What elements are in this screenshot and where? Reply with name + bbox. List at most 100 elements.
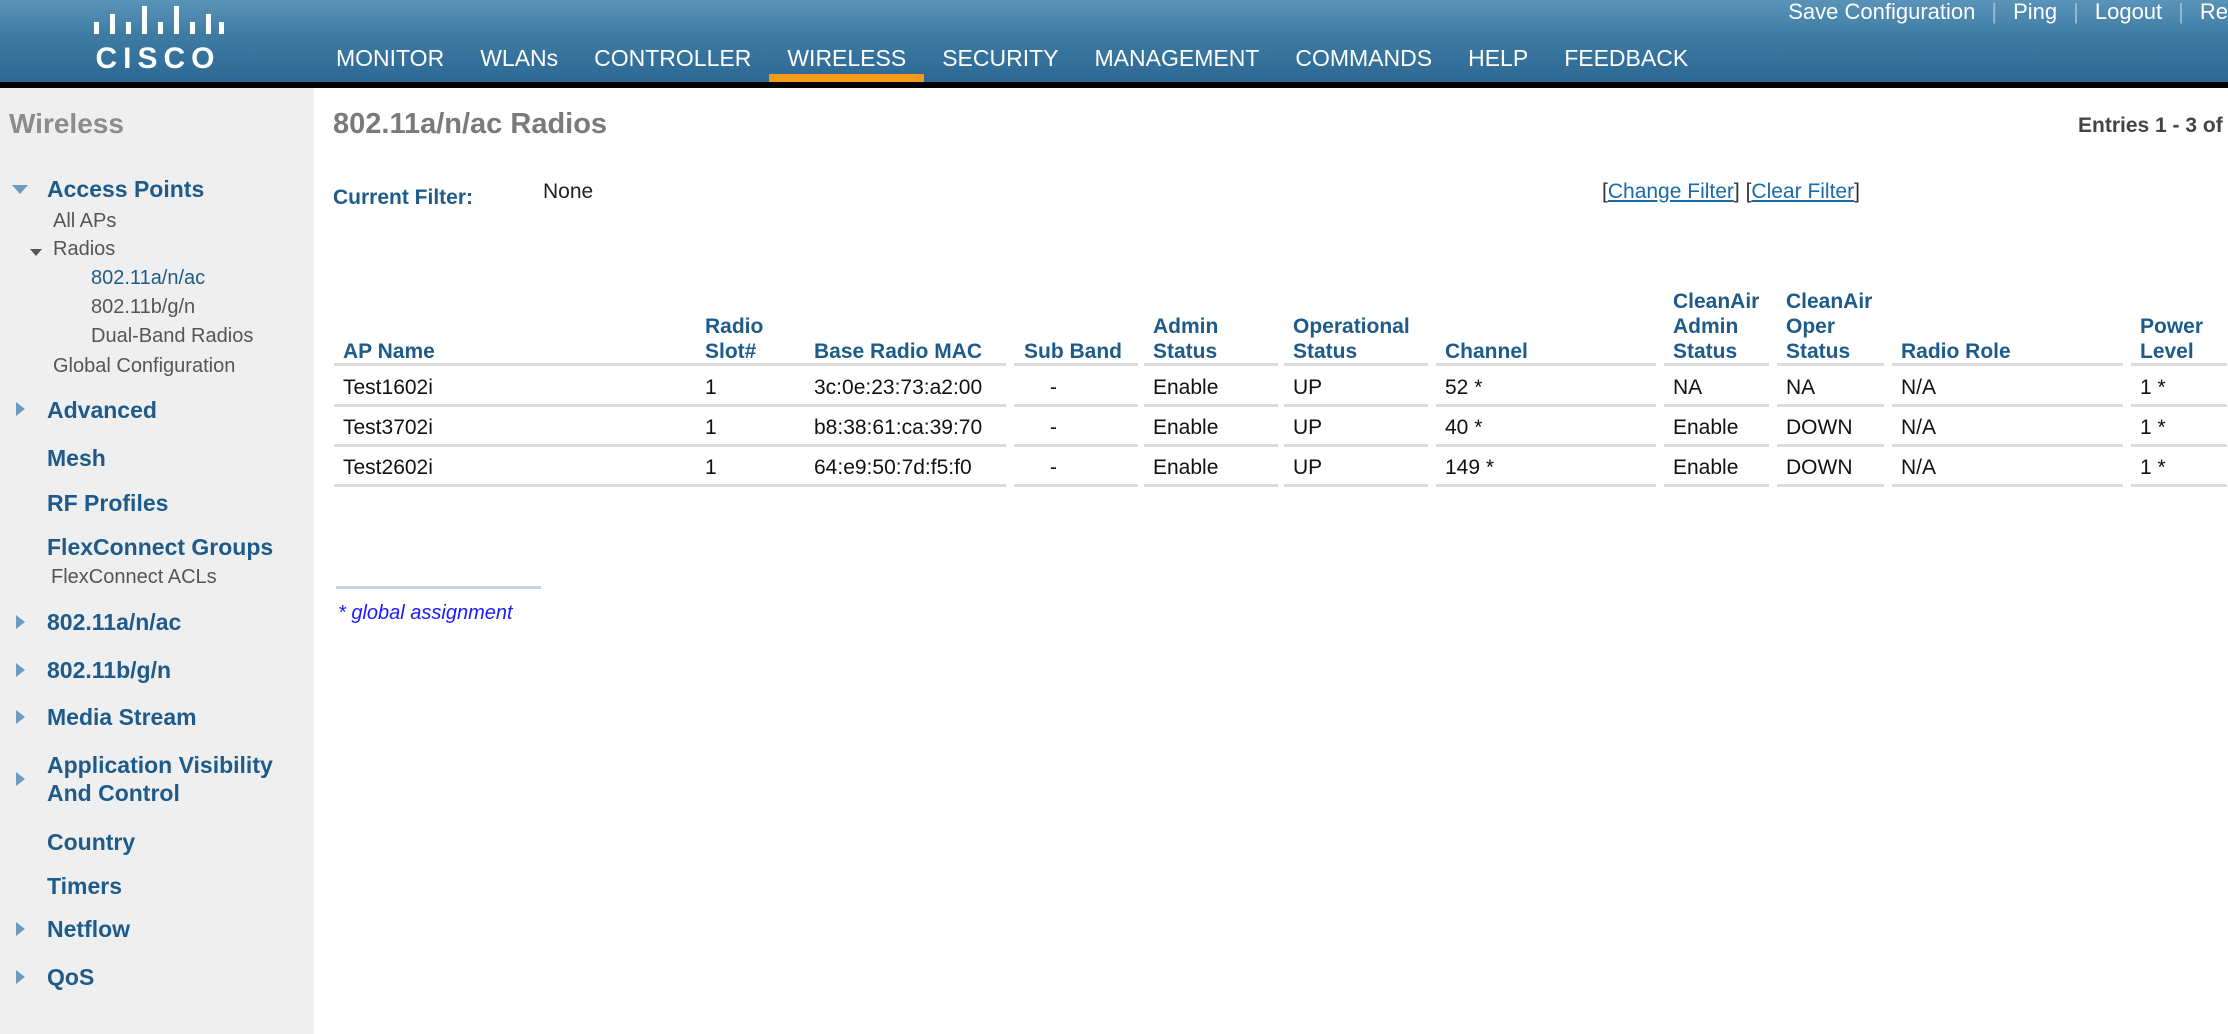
- sidebar-item-80211bgn[interactable]: 802.11b/g/n: [47, 657, 171, 684]
- row-separator: [804, 404, 1006, 407]
- collapsed-arrow-icon[interactable]: [16, 663, 25, 677]
- cisco-logo: CISCO: [88, 4, 228, 76]
- row-separator: [334, 404, 702, 407]
- row-separator: [334, 484, 702, 487]
- cell-power-level: 1 *: [2140, 416, 2166, 439]
- cell-admin-status: Enable: [1153, 456, 1219, 479]
- row-separator: [696, 404, 804, 407]
- logo-text: CISCO: [95, 42, 221, 75]
- sidebar-item-country[interactable]: Country: [47, 829, 135, 856]
- main-nav: MONITOR WLANs CONTROLLER WIRELESS SECURI…: [318, 44, 1706, 82]
- cell-radio-role: N/A: [1901, 416, 1937, 439]
- row-separator: [1777, 444, 1884, 447]
- current-filter-value: None: [543, 180, 594, 203]
- sidebar: Wireless Access Points All APs Radios 80…: [0, 88, 314, 1034]
- collapsed-arrow-icon[interactable]: [16, 922, 25, 936]
- top-links: Save Configuration | Ping | Logout | Re: [1788, 0, 2228, 24]
- sidebar-item-dual-band-radios[interactable]: Dual-Band Radios: [91, 325, 253, 348]
- sidebar-item-flexconnect-groups[interactable]: FlexConnect Groups: [47, 534, 273, 561]
- header-sub-band: Sub Band: [1024, 340, 1122, 363]
- row-separator: [1777, 484, 1884, 487]
- clear-filter-link[interactable]: Clear Filter: [1751, 180, 1854, 203]
- sidebar-item-mesh[interactable]: Mesh: [47, 445, 106, 472]
- nav-wireless[interactable]: WIRELESS: [769, 44, 925, 82]
- cisco-bars-icon: [94, 6, 224, 34]
- row-separator: [1014, 444, 1138, 447]
- row-separator: [1436, 363, 1656, 366]
- row-separator: [1144, 484, 1278, 487]
- cell-power-level: 1 *: [2140, 376, 2166, 399]
- collapsed-arrow-icon[interactable]: [16, 402, 25, 416]
- sidebar-item-avc-line1[interactable]: Application Visibility: [47, 752, 273, 779]
- nav-management[interactable]: MANAGEMENT: [1077, 44, 1278, 82]
- header-divider: [0, 82, 2228, 88]
- sidebar-item-access-points[interactable]: Access Points: [47, 176, 204, 203]
- change-filter-link[interactable]: Change Filter: [1608, 180, 1734, 203]
- sidebar-item-radios[interactable]: Radios: [53, 238, 115, 261]
- cell-base-radio-mac: 3c:0e:23:73:a2:00: [814, 376, 983, 399]
- collapsed-arrow-icon[interactable]: [16, 772, 25, 786]
- sidebar-item-global-configuration[interactable]: Global Configuration: [53, 355, 235, 378]
- top-header: CISCO Save Configuration | Ping | Logout…: [0, 0, 2228, 82]
- sidebar-item-timers[interactable]: Timers: [47, 873, 122, 900]
- collapsed-arrow-icon[interactable]: [16, 710, 25, 724]
- collapsed-arrow-icon[interactable]: [16, 970, 25, 984]
- sidebar-item-rf-profiles[interactable]: RF Profiles: [47, 490, 168, 517]
- header-power-level: Power Level: [2140, 315, 2204, 363]
- row-separator: [1284, 444, 1428, 447]
- row-separator: [1892, 363, 2123, 366]
- filter-links: [Change Filter] [Clear Filter]: [1602, 180, 1860, 203]
- expanded-arrow-icon[interactable]: [30, 249, 42, 256]
- row-separator: [804, 363, 1006, 366]
- cell-ap-name[interactable]: Test2602i: [343, 456, 433, 480]
- refresh-link[interactable]: Re: [2200, 0, 2228, 25]
- nav-feedback[interactable]: FEEDBACK: [1546, 44, 1706, 82]
- sidebar-item-qos[interactable]: QoS: [47, 964, 94, 991]
- header-channel: Channel: [1445, 340, 1528, 363]
- sidebar-item-flexconnect-acls[interactable]: FlexConnect ACLs: [51, 566, 217, 589]
- header-cleanair-admin-status: CleanAir Admin Status: [1673, 290, 1760, 363]
- sidebar-item-media-stream[interactable]: Media Stream: [47, 704, 197, 731]
- cell-cleanair-admin-status: NA: [1673, 376, 1703, 399]
- nav-monitor[interactable]: MONITOR: [318, 44, 462, 82]
- cell-sub-band: -: [1050, 416, 1057, 439]
- logout-link[interactable]: Logout: [2095, 0, 2162, 25]
- sidebar-item-all-aps[interactable]: All APs: [53, 210, 116, 233]
- entries-count: Entries 1 - 3 of 3: [2078, 114, 2228, 137]
- row-separator: [1892, 484, 2123, 487]
- sidebar-item-radio-80211anac[interactable]: 802.11a/n/ac: [91, 267, 205, 290]
- sidebar-item-avc-line2[interactable]: And Control: [47, 780, 180, 807]
- sidebar-item-radio-80211bgn[interactable]: 802.11b/g/n: [91, 296, 195, 319]
- row-separator: [696, 444, 804, 447]
- nav-commands[interactable]: COMMANDS: [1277, 44, 1450, 82]
- cell-radio-slot: 1: [705, 376, 717, 399]
- row-separator: [1664, 363, 1769, 366]
- sidebar-item-netflow[interactable]: Netflow: [47, 916, 130, 943]
- collapsed-arrow-icon[interactable]: [16, 615, 25, 629]
- page-title: 802.11a/n/ac Radios: [333, 108, 608, 140]
- ping-link[interactable]: Ping: [2013, 0, 2057, 25]
- sidebar-item-advanced[interactable]: Advanced: [47, 397, 157, 424]
- nav-controller[interactable]: CONTROLLER: [576, 44, 769, 82]
- cell-admin-status: Enable: [1153, 416, 1219, 439]
- header-radio-role: Radio Role: [1901, 340, 2011, 363]
- sidebar-item-80211anac[interactable]: 802.11a/n/ac: [47, 609, 181, 636]
- cell-channel: 149 *: [1445, 456, 1495, 479]
- expanded-arrow-icon[interactable]: [12, 185, 28, 194]
- cell-admin-status: Enable: [1153, 376, 1219, 399]
- footnote-divider: [336, 586, 541, 589]
- nav-help[interactable]: HELP: [1450, 44, 1546, 82]
- row-separator: [1284, 484, 1428, 487]
- header-radio-slot: Radio Slot#: [705, 315, 764, 363]
- row-separator: [1014, 484, 1138, 487]
- cell-ap-name[interactable]: Test3702i: [343, 416, 433, 440]
- save-configuration-link[interactable]: Save Configuration: [1788, 0, 1975, 25]
- row-separator: [1284, 363, 1428, 366]
- cell-ap-name[interactable]: Test1602i: [343, 376, 433, 400]
- cell-cleanair-oper-status: DOWN: [1786, 456, 1853, 479]
- nav-security[interactable]: SECURITY: [924, 44, 1076, 82]
- nav-wlans[interactable]: WLANs: [462, 44, 576, 82]
- cell-operational-status: UP: [1293, 416, 1323, 439]
- row-separator: [1014, 404, 1138, 407]
- row-separator: [1144, 444, 1278, 447]
